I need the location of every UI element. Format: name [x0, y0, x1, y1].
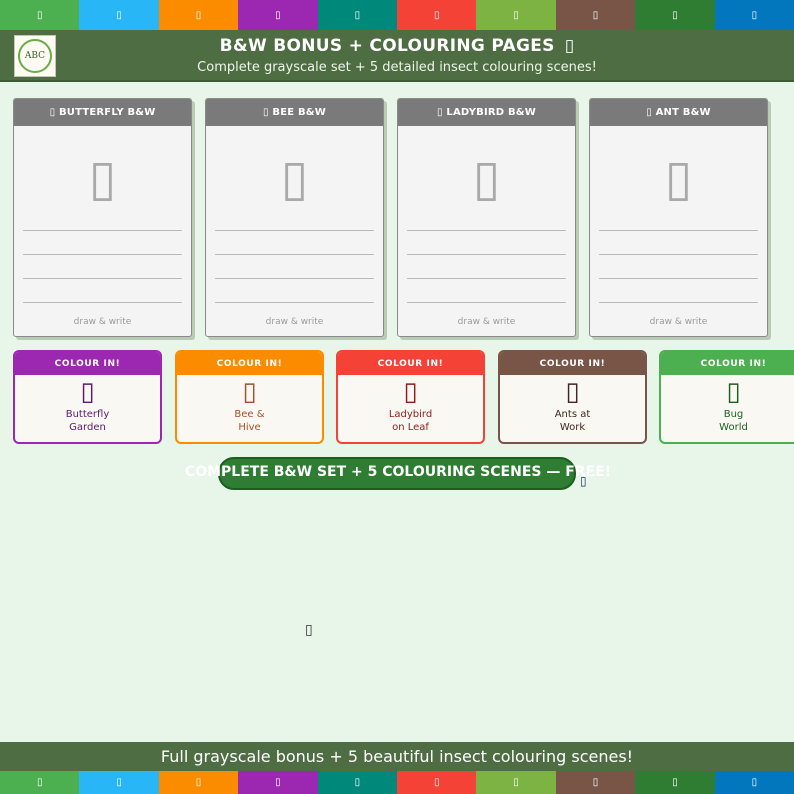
stripe-segment-icon: ▯: [555, 0, 636, 30]
stripe-segment-icon: ▯: [635, 0, 715, 30]
bw-worksheet-card[interactable]: ▯ BUTTERFLY B&W ▯ draw & write: [13, 98, 192, 337]
stripe-segment-icon: ▯: [714, 0, 794, 30]
scene-label-line2: Hive: [238, 422, 261, 433]
bw-card-footer: draw & write: [457, 317, 516, 327]
stripe-segment-icon: ▯: [635, 771, 715, 794]
colouring-scene-card[interactable]: COLOUR IN! ▯ Bug World: [659, 350, 794, 444]
stripe-segment-icon: ▯: [0, 0, 80, 30]
scene-label-line2: World: [719, 422, 748, 433]
top-color-stripe: ▯ ▯ ▯ ▯ ▯ ▯ ▯ ▯ ▯ ▯: [0, 0, 794, 30]
colour-in-header: COLOUR IN!: [15, 352, 160, 375]
writing-line: [407, 230, 566, 231]
colour-in-header: COLOUR IN!: [661, 352, 794, 375]
writing-line: [407, 302, 566, 303]
stripe-segment-icon: ▯: [317, 0, 398, 30]
colour-in-header: COLOUR IN!: [177, 352, 322, 375]
stripe-segment-icon: ▯: [158, 0, 239, 30]
stripe-segment-icon: ▯: [158, 771, 239, 794]
bw-worksheet-card[interactable]: ▯ BEE B&W ▯ draw & write: [205, 98, 384, 337]
insect-outline-icon: ▯: [280, 149, 309, 207]
scene-label-line1: Ants at: [554, 409, 591, 420]
stripe-segment-icon: ▯: [555, 771, 636, 794]
colour-in-header: COLOUR IN!: [338, 352, 483, 375]
writing-line: [599, 278, 758, 279]
footer-banner: Full grayscale bonus + 5 beautiful insec…: [0, 742, 794, 771]
page-subtitle: Complete grayscale set + 5 detailed inse…: [197, 60, 597, 75]
insect-outline-icon: ▯: [472, 149, 501, 207]
scene-label-line1: Bug: [723, 409, 744, 420]
writing-line: [215, 230, 374, 231]
writing-line: [599, 302, 758, 303]
stripe-segment-icon: ▯: [476, 771, 556, 794]
bw-card-title: ▯ LADYBIRD B&W: [398, 99, 575, 126]
writing-line: [215, 254, 374, 255]
page-title: B&W BONUS + COLOURING PAGES ▯: [0, 36, 794, 56]
bw-card-title: ▯ ANT B&W: [590, 99, 767, 126]
bw-card-title: ▯ BEE B&W: [206, 99, 383, 126]
bw-worksheet-card[interactable]: ▯ ANT B&W ▯ draw & write: [589, 98, 768, 337]
colouring-scene-card[interactable]: COLOUR IN! ▯ Butterfly Garden: [13, 350, 162, 444]
bw-card-footer: draw & write: [649, 317, 708, 327]
writing-line: [23, 302, 182, 303]
bw-card-footer: draw & write: [73, 317, 132, 327]
insect-outline-icon: ▯: [664, 149, 693, 207]
scene-insect-icon: ▯: [80, 377, 95, 407]
bw-card-footer: draw & write: [265, 317, 324, 327]
colouring-scene-card[interactable]: COLOUR IN! ▯ Ladybird on Leaf: [336, 350, 485, 444]
writing-line: [23, 278, 182, 279]
writing-line: [215, 278, 374, 279]
insect-outline-icon: ▯: [88, 149, 117, 207]
header-banner: ABC B&W BONUS + COLOURING PAGES ▯ Complet…: [0, 30, 794, 82]
stripe-segment-icon: ▯: [714, 771, 794, 794]
stripe-segment-icon: ▯: [397, 0, 477, 30]
scene-insect-icon: ▯: [565, 377, 580, 407]
writing-line: [215, 302, 374, 303]
stripe-segment-icon: ▯: [79, 771, 159, 794]
footer-text: Full grayscale bonus + 5 beautiful insec…: [160, 747, 634, 766]
colouring-scene-card[interactable]: COLOUR IN! ▯ Ants at Work: [498, 350, 647, 444]
writing-line: [599, 254, 758, 255]
bw-card-title: ▯ BUTTERFLY B&W: [14, 99, 191, 126]
scene-label-line2: Garden: [69, 422, 106, 433]
colour-in-header: COLOUR IN!: [500, 352, 645, 375]
title-bug-icon: ▯: [564, 36, 575, 56]
writing-line: [23, 254, 182, 255]
stripe-segment-icon: ▯: [0, 771, 80, 794]
free-download-button-label[interactable]: COMPLETE B&W SET + 5 COLOURING SCENES — …: [175, 464, 621, 480]
scene-label-line2: on Leaf: [392, 422, 429, 433]
stripe-segment-icon: ▯: [397, 771, 477, 794]
bottom-color-stripe: ▯ ▯ ▯ ▯ ▯ ▯ ▯ ▯ ▯ ▯: [0, 771, 794, 794]
scene-label-line1: Bee &: [234, 409, 265, 420]
bw-worksheet-card[interactable]: ▯ LADYBIRD B&W ▯ draw & write: [397, 98, 576, 337]
colouring-scene-card[interactable]: COLOUR IN! ▯ Bee & Hive: [175, 350, 324, 444]
stripe-segment-icon: ▯: [317, 771, 398, 794]
scene-insect-icon: ▯: [726, 377, 741, 407]
stripe-segment-icon: ▯: [79, 0, 159, 30]
scene-insect-icon: ▯: [242, 377, 257, 407]
stray-glyph-icon: ▯: [305, 622, 313, 638]
writing-line: [23, 230, 182, 231]
scene-label-line2: Work: [559, 422, 586, 433]
scene-insect-icon: ▯: [403, 377, 418, 407]
stripe-segment-icon: ▯: [238, 0, 318, 30]
scene-label-line1: Ladybird: [388, 409, 433, 420]
writing-line: [407, 278, 566, 279]
stripe-segment-icon: ▯: [476, 0, 556, 30]
writing-line: [599, 230, 758, 231]
scene-label-line1: Butterfly: [65, 409, 110, 420]
cursor-icon: ▯: [580, 474, 587, 488]
stripe-segment-icon: ▯: [238, 771, 318, 794]
page-title-text: B&W BONUS + COLOURING PAGES: [219, 36, 555, 56]
writing-line: [407, 254, 566, 255]
